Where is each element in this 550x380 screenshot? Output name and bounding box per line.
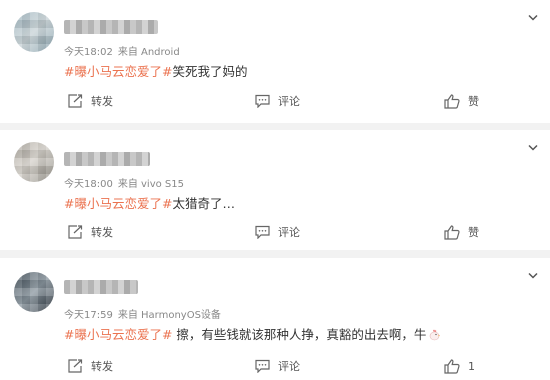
like-button[interactable]: 赞 xyxy=(444,224,479,240)
forward-button[interactable]: 转发 xyxy=(68,224,113,240)
action-bar: 转发 评论 1 xyxy=(0,358,550,374)
post-source: 来自 vivo S15 xyxy=(117,179,184,190)
comment-icon xyxy=(255,225,270,239)
forward-label: 转发 xyxy=(91,360,113,373)
like-button[interactable]: 1 xyxy=(444,358,475,374)
hashtag-link[interactable]: #曝小马云恋爱了# xyxy=(64,64,172,79)
comment-label: 评论 xyxy=(278,360,300,373)
chevron-down-icon[interactable] xyxy=(528,14,538,22)
avatar[interactable] xyxy=(14,142,54,182)
avatar[interactable] xyxy=(14,12,54,52)
forward-icon xyxy=(68,94,83,108)
post-content: #曝小马云恋爱了#笑死我了妈的 xyxy=(64,61,247,80)
forward-icon xyxy=(68,225,83,239)
post-source: 来自 HarmonyOS设备 xyxy=(117,310,221,321)
thumbs-up-icon xyxy=(444,224,460,240)
chicken-emoji-icon xyxy=(430,329,441,341)
username-blurred[interactable] xyxy=(64,20,158,34)
weibo-comment-feed: 今天18:02来自 Android #曝小马云恋爱了#笑死我了妈的 转发 评论 xyxy=(0,0,550,380)
post-text: 太猎奇了… xyxy=(172,196,235,211)
post-meta: 今天18:02 来自 Android xyxy=(64,43,180,58)
post-card: 今天18:02 来自 Android #曝小马云恋爱了#笑死我了妈的 转发 评论 xyxy=(0,0,550,123)
comment-button[interactable]: 评论 xyxy=(255,224,300,240)
post-content: #曝小马云恋爱了#太猎奇了… xyxy=(64,193,235,212)
forward-icon xyxy=(68,359,83,373)
post-text: 擦，有些钱就该那种人挣，真豁的出去啊，牛 xyxy=(172,327,427,342)
post-meta: 今天18:00 来自 vivo S15 xyxy=(64,175,184,190)
forward-button[interactable]: 转发 xyxy=(68,93,113,109)
like-count: 1 xyxy=(468,359,475,373)
post-time: 今天18:00 xyxy=(64,179,113,190)
forward-label: 转发 xyxy=(91,226,113,239)
post-card: 今天17:59 来自 HarmonyOS设备 #曝小马云恋爱了# 擦，有些钱就该那… xyxy=(0,258,550,380)
comment-button[interactable]: 评论 xyxy=(255,358,300,374)
hashtag-link[interactable]: #曝小马云恋爱了# xyxy=(64,196,172,211)
thumbs-up-icon xyxy=(444,93,460,109)
username-blurred[interactable] xyxy=(64,152,150,166)
forward-label: 转发 xyxy=(91,95,113,108)
post-meta: 今天17:59 来自 HarmonyOS设备 xyxy=(64,306,221,321)
comment-label: 评论 xyxy=(278,95,300,108)
like-label: 赞 xyxy=(468,95,479,108)
like-label: 赞 xyxy=(468,226,479,239)
post-text: 笑死我了妈的 xyxy=(172,64,248,79)
action-bar: 转发 评论 赞 xyxy=(0,224,550,240)
chevron-down-icon[interactable] xyxy=(528,272,538,280)
post-card: 今天18:00 来自 vivo S15 #曝小马云恋爱了#太猎奇了… 转发 评论 xyxy=(0,130,550,250)
chevron-down-icon[interactable] xyxy=(528,144,538,152)
post-content: #曝小马云恋爱了# 擦，有些钱就该那种人挣，真豁的出去啊，牛 xyxy=(64,324,441,343)
like-button[interactable]: 赞 xyxy=(444,93,479,109)
post-source: 来自 Android xyxy=(117,47,180,58)
post-time: 今天18:02 xyxy=(64,47,113,58)
action-bar: 转发 评论 赞 xyxy=(0,93,550,109)
comment-button[interactable]: 评论 xyxy=(255,93,300,109)
hashtag-link[interactable]: #曝小马云恋爱了# xyxy=(64,327,172,342)
comment-icon xyxy=(255,94,270,108)
post-time: 今天17:59 xyxy=(64,310,113,321)
comment-icon xyxy=(255,359,270,373)
thumbs-up-icon xyxy=(444,358,460,374)
forward-button[interactable]: 转发 xyxy=(68,358,113,374)
username-blurred[interactable] xyxy=(64,280,138,294)
comment-label: 评论 xyxy=(278,226,300,239)
avatar[interactable] xyxy=(14,272,54,312)
